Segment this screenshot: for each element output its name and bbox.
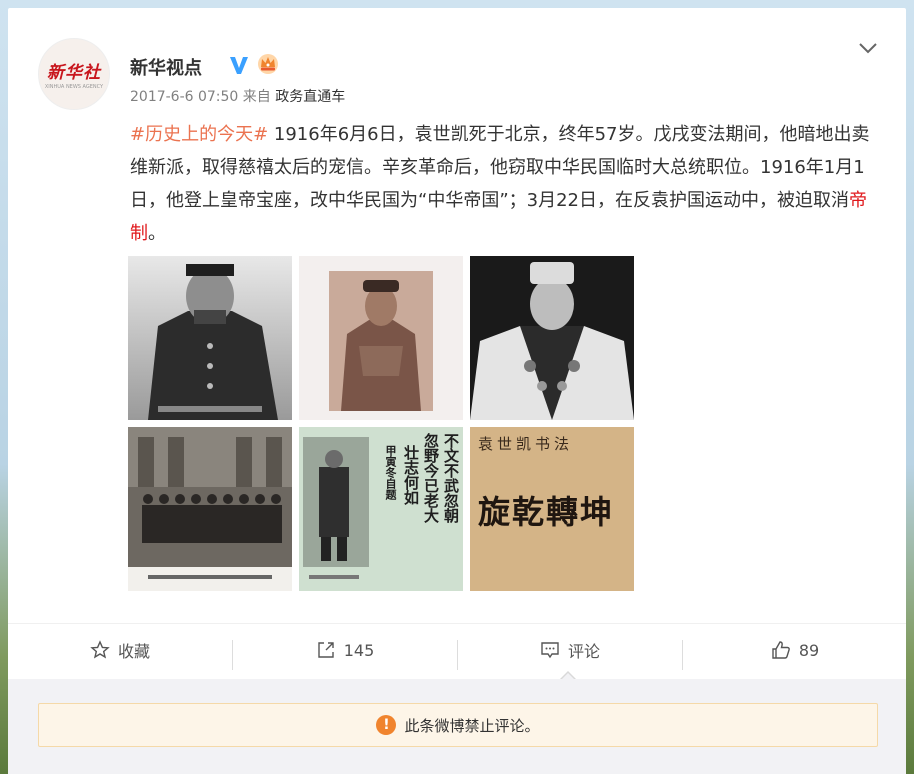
avatar-logo-text: 新华社 xyxy=(47,63,101,83)
topic-link[interactable]: #历史上的今天# xyxy=(130,124,268,145)
from-label: 来自 xyxy=(242,89,271,105)
like-button[interactable]: 89 xyxy=(683,624,907,676)
calligraphy-main-line: 旋乾轉坤 xyxy=(478,493,615,531)
calligraphy-top-line: 袁世凯书法 xyxy=(478,435,574,453)
action-bar: 收藏 145 评论 89 xyxy=(8,623,906,676)
chevron-down-icon[interactable] xyxy=(858,40,878,56)
post-meta: 2017-6-6 07:50 来自 政务直通车 xyxy=(130,86,345,106)
calligraphy-line-3: 壮志何如 xyxy=(402,445,420,505)
post-text: #历史上的今天# 1916年6月6日，袁世凯死于北京，终年57岁。戊戌变法期间，… xyxy=(130,118,882,250)
photo-5[interactable]: 不文不武忽朝 忽野今已老大 壮志何如 甲寅冬自题 xyxy=(299,427,463,591)
avatar-logo-subtext: XINHUA NEWS AGENCY xyxy=(44,84,104,90)
crown-icon[interactable] xyxy=(256,52,280,76)
photo-2[interactable] xyxy=(299,256,463,420)
repost-count: 145 xyxy=(343,640,375,660)
photo-1[interactable] xyxy=(128,256,292,420)
comment-button[interactable]: 评论 xyxy=(458,624,682,676)
star-icon xyxy=(90,640,110,659)
calligraphy-line-1: 不文不武忽朝 xyxy=(442,433,460,523)
account-name[interactable]: 新华视点 xyxy=(130,54,202,80)
photo-3[interactable] xyxy=(470,256,634,420)
calligraphy-line-4: 甲寅冬自题 xyxy=(384,445,397,500)
favorite-button[interactable]: 收藏 xyxy=(8,624,232,676)
weibo-post-card: 新华社 XINHUA NEWS AGENCY 新华视点 2017-6-6 07:… xyxy=(8,8,906,774)
thumbs-up-icon xyxy=(772,641,790,659)
photo-grid: 不文不武忽朝 忽野今已老大 壮志何如 甲寅冬自题 袁世凯书法 旋乾轉坤 xyxy=(128,256,638,591)
comment-icon xyxy=(541,642,559,659)
photo-6[interactable]: 袁世凯书法 旋乾轉坤 xyxy=(470,427,634,591)
warning-icon: ! xyxy=(376,715,397,735)
calligraphy-line-2: 忽野今已老大 xyxy=(422,433,440,523)
post-time[interactable]: 2017-6-6 07:50 xyxy=(130,89,238,105)
like-count: 89 xyxy=(798,640,820,660)
post-end: 。 xyxy=(148,223,166,244)
verified-v-icon xyxy=(230,57,248,74)
photo-4[interactable] xyxy=(128,427,292,591)
comments-disabled-notice: ! 此条微博禁止评论。 xyxy=(38,703,878,747)
avatar[interactable]: 新华社 XINHUA NEWS AGENCY xyxy=(38,38,110,110)
comment-label: 评论 xyxy=(567,642,600,661)
favorite-label: 收藏 xyxy=(117,642,150,661)
comment-pointer-inner xyxy=(562,673,574,679)
post-source[interactable]: 政务直通车 xyxy=(275,89,345,105)
repost-icon xyxy=(318,642,334,658)
repost-button[interactable]: 145 xyxy=(233,624,457,676)
comment-area: ! 此条微博禁止评论。 xyxy=(8,679,906,774)
notice-text: 此条微博禁止评论。 xyxy=(404,716,540,735)
